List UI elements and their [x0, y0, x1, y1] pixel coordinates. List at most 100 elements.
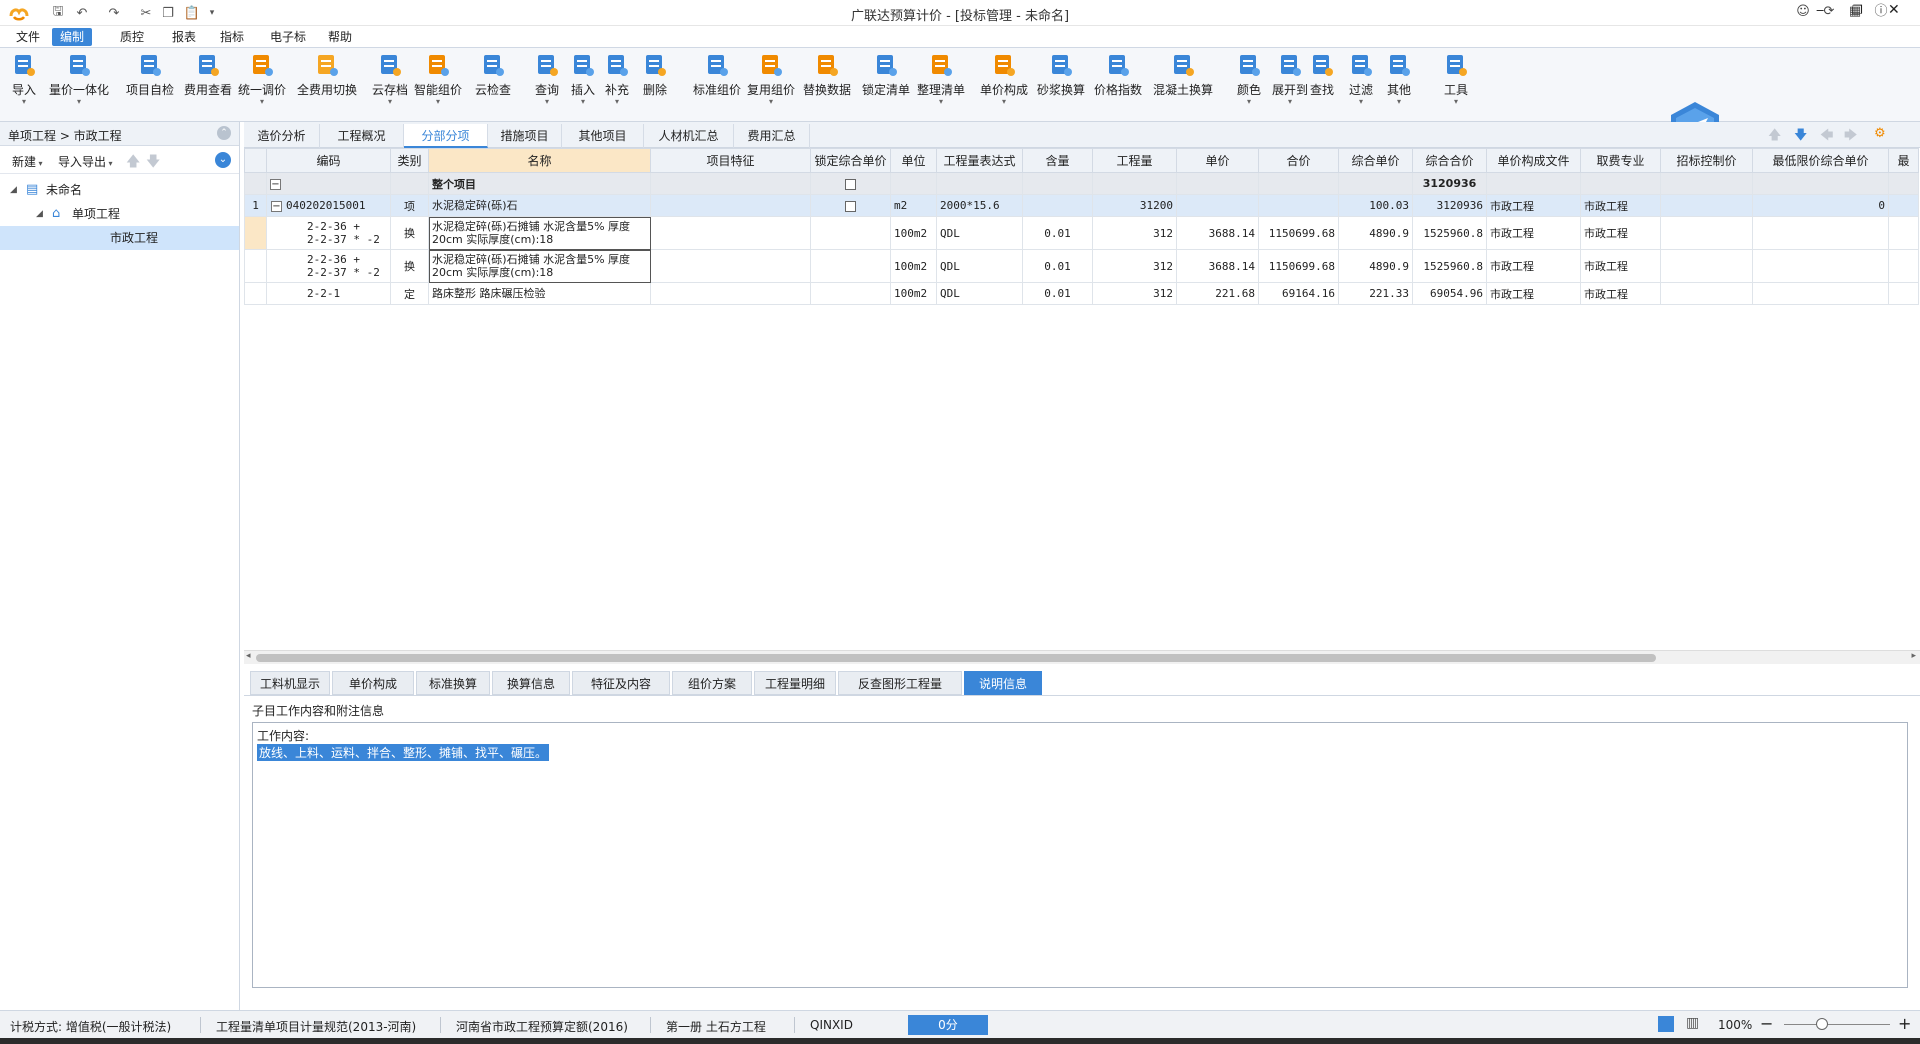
dropdown-arrow-icon[interactable]: ▾ — [370, 98, 410, 106]
new-button[interactable]: 新建 ▾ — [12, 153, 43, 170]
save-icon[interactable]: 🖫 — [48, 4, 68, 22]
cell-expr[interactable]: QDL — [936, 282, 1023, 305]
item-code[interactable]: 2-2-36 + 2-2-37 * -2 — [266, 216, 391, 250]
menu-item-6[interactable]: 帮助 — [320, 28, 360, 46]
arrow-down-icon[interactable]: 🡇 — [1794, 126, 1807, 148]
cell-amount[interactable]: 1150699.68 — [1258, 216, 1339, 250]
cell-qty[interactable]: 312 — [1092, 282, 1177, 305]
cell-ctrl[interactable] — [1660, 194, 1753, 217]
customize-quick-access-icon[interactable]: ▾ — [202, 4, 222, 22]
dropdown-arrow-icon[interactable]: ▾ — [6, 98, 42, 106]
ribbon-button-delete[interactable]: 删除 — [638, 52, 672, 116]
menu-item-5[interactable]: 电子标 — [262, 28, 314, 46]
cell-comp-price[interactable]: 100.03 — [1338, 194, 1413, 217]
column-header-5[interactable]: 单位 — [890, 148, 937, 173]
tab-2[interactable]: 分部分项 — [404, 124, 488, 148]
item-feature[interactable] — [650, 249, 811, 283]
cell-min[interactable] — [1752, 216, 1889, 250]
menu-item-4[interactable]: 指标 — [212, 28, 252, 46]
undo-icon[interactable]: ↶ — [72, 4, 92, 22]
cell-ctrl[interactable] — [1660, 249, 1753, 283]
cell-amount[interactable] — [1258, 194, 1339, 217]
ribbon-button-concrete-conversion[interactable]: 混凝土换算 — [1146, 52, 1220, 116]
ribbon-button-quantity-price[interactable]: 量价一体化 ▾ — [44, 52, 114, 116]
cell-price[interactable]: 3688.14 — [1176, 249, 1259, 283]
arrow-up-icon[interactable]: 🡅 — [1768, 126, 1781, 148]
menu-item-1[interactable]: 编制 — [52, 28, 93, 46]
move-down-icon[interactable]: 🡇 — [146, 151, 160, 175]
cell-price[interactable]: 221.68 — [1176, 282, 1259, 305]
ribbon-button-tools[interactable]: 工具 ▾ — [1434, 52, 1478, 116]
cell-comp-amount[interactable]: 69054.96 — [1412, 282, 1487, 305]
column-header-6[interactable]: 工程量表达式 — [936, 148, 1023, 173]
tree-node-2[interactable]: 市政工程 — [0, 226, 239, 250]
tree-toggle-icon[interactable]: ◢ — [36, 202, 43, 226]
cell-comp-price[interactable]: 221.33 — [1338, 282, 1413, 305]
column-header-2[interactable]: 名称 — [428, 148, 651, 173]
ribbon-button-reuse-pricing[interactable]: 复用组价 ▾ — [742, 52, 800, 116]
ribbon-button-supplement[interactable]: 补充 ▾ — [600, 52, 634, 116]
zoom-out-icon[interactable]: − — [1760, 1014, 1773, 1033]
zoom-in-icon[interactable]: + — [1898, 1014, 1911, 1033]
dropdown-arrow-icon[interactable]: ▾ — [568, 98, 598, 106]
import-export-button[interactable]: 导入导出 ▾ — [58, 153, 113, 170]
tree-node-1[interactable]: ◢ ⌂ 单项工程 — [0, 202, 239, 226]
dropdown-arrow-icon[interactable]: ▾ — [976, 98, 1032, 106]
cell-expr[interactable]: QDL — [936, 249, 1023, 283]
cell-expr[interactable]: 2000*15.6 — [936, 194, 1023, 217]
cell-qty[interactable]: 31200 — [1092, 194, 1177, 217]
column-header-10[interactable]: 合价 — [1258, 148, 1339, 173]
group-row[interactable]: − 整个项目 3120936 — [244, 172, 1919, 195]
column-header-15[interactable]: 招标控制价 — [1660, 148, 1753, 173]
tab-3[interactable]: 措施项目 — [488, 124, 562, 148]
item-name[interactable]: 水泥稳定碎(砾)石摊铺 水泥含量5% 厚度20cm 实际厚度(cm):18 — [428, 216, 651, 250]
detail-tab-5[interactable]: 组价方案 — [672, 671, 752, 695]
column-view-icon[interactable]: ▥ — [1686, 1015, 1699, 1031]
detail-tab-6[interactable]: 工程量明细 — [754, 671, 836, 695]
cell-comp-price[interactable]: 4890.9 — [1338, 249, 1413, 283]
item-feature[interactable] — [650, 282, 811, 305]
cell-ctrl[interactable] — [1660, 282, 1753, 305]
cell-unit[interactable]: 100m2 — [890, 282, 937, 305]
scroll-left-icon[interactable]: ◂ — [246, 651, 251, 661]
tab-6[interactable]: 费用汇总 — [734, 124, 810, 148]
detail-tab-8[interactable]: 说明信息 — [964, 671, 1042, 695]
item-name[interactable]: 路床整形 路床碾压检验 — [428, 282, 651, 305]
ribbon-button-standard-pricing[interactable]: 标准组价 — [688, 52, 746, 116]
ribbon-button-price-index[interactable]: 价格指数 — [1090, 52, 1146, 116]
paste-icon[interactable]: 📋 — [182, 4, 202, 22]
dropdown-arrow-icon[interactable]: ▾ — [410, 98, 466, 106]
column-header-12[interactable]: 综合合价 — [1412, 148, 1487, 173]
item-code[interactable]: 2-2-1 — [266, 282, 391, 305]
cell-content[interactable] — [1022, 194, 1093, 217]
column-header-14[interactable]: 取费专业 — [1580, 148, 1661, 173]
cell-price[interactable] — [1176, 194, 1259, 217]
ribbon-button-mortar-conversion[interactable]: 砂浆换算 — [1032, 52, 1090, 116]
column-header-0[interactable]: 编码 — [266, 148, 391, 173]
ribbon-button-cost-view[interactable]: 费用查看 — [180, 52, 236, 116]
ribbon-button-cloud-check[interactable]: 云检查 — [470, 52, 516, 116]
scrollbar-thumb[interactable] — [256, 654, 1656, 662]
item-code[interactable]: −040202015001 — [266, 194, 391, 217]
collapse-icon[interactable]: − — [270, 178, 281, 190]
ribbon-button-insert[interactable]: 插入 ▾ — [568, 52, 598, 116]
layout-view-icon[interactable] — [1658, 1016, 1674, 1032]
cell-comp-price[interactable]: 4890.9 — [1338, 216, 1413, 250]
cell-min[interactable] — [1752, 282, 1889, 305]
column-header-8[interactable]: 工程量 — [1092, 148, 1177, 173]
dropdown-arrow-icon[interactable]: ▾ — [1434, 98, 1478, 106]
ribbon-button-cloud-archive[interactable]: 云存档 ▾ — [370, 52, 410, 116]
cell-comp-amount[interactable]: 3120936 — [1412, 194, 1487, 217]
cell-spec[interactable]: 市政工程 — [1580, 282, 1661, 305]
ribbon-button-filter[interactable]: 过滤 ▾ — [1346, 52, 1376, 116]
menu-item-2[interactable]: 质控 — [112, 28, 152, 46]
item-code[interactable]: 2-2-36 + 2-2-37 * -2 — [266, 249, 391, 283]
ribbon-button-unify-price[interactable]: 统一调价 ▾ — [234, 52, 290, 116]
arrow-right-icon[interactable]: 🡆 — [1844, 126, 1857, 148]
table-row[interactable]: 2-2-1 定路床整形 路床碾压检验 100m2 QDL 0.01 312 221.68 69… — [244, 282, 1919, 305]
cell-comp-amount[interactable]: 1525960.8 — [1412, 249, 1487, 283]
move-up-icon[interactable]: 🡅 — [126, 151, 140, 175]
ribbon-button-smart-pricing[interactable]: 智能组价 ▾ — [410, 52, 466, 116]
ribbon-button-query[interactable]: 查询 ▾ — [530, 52, 564, 116]
minimize-button[interactable]: ‒ — [1816, 3, 1824, 18]
